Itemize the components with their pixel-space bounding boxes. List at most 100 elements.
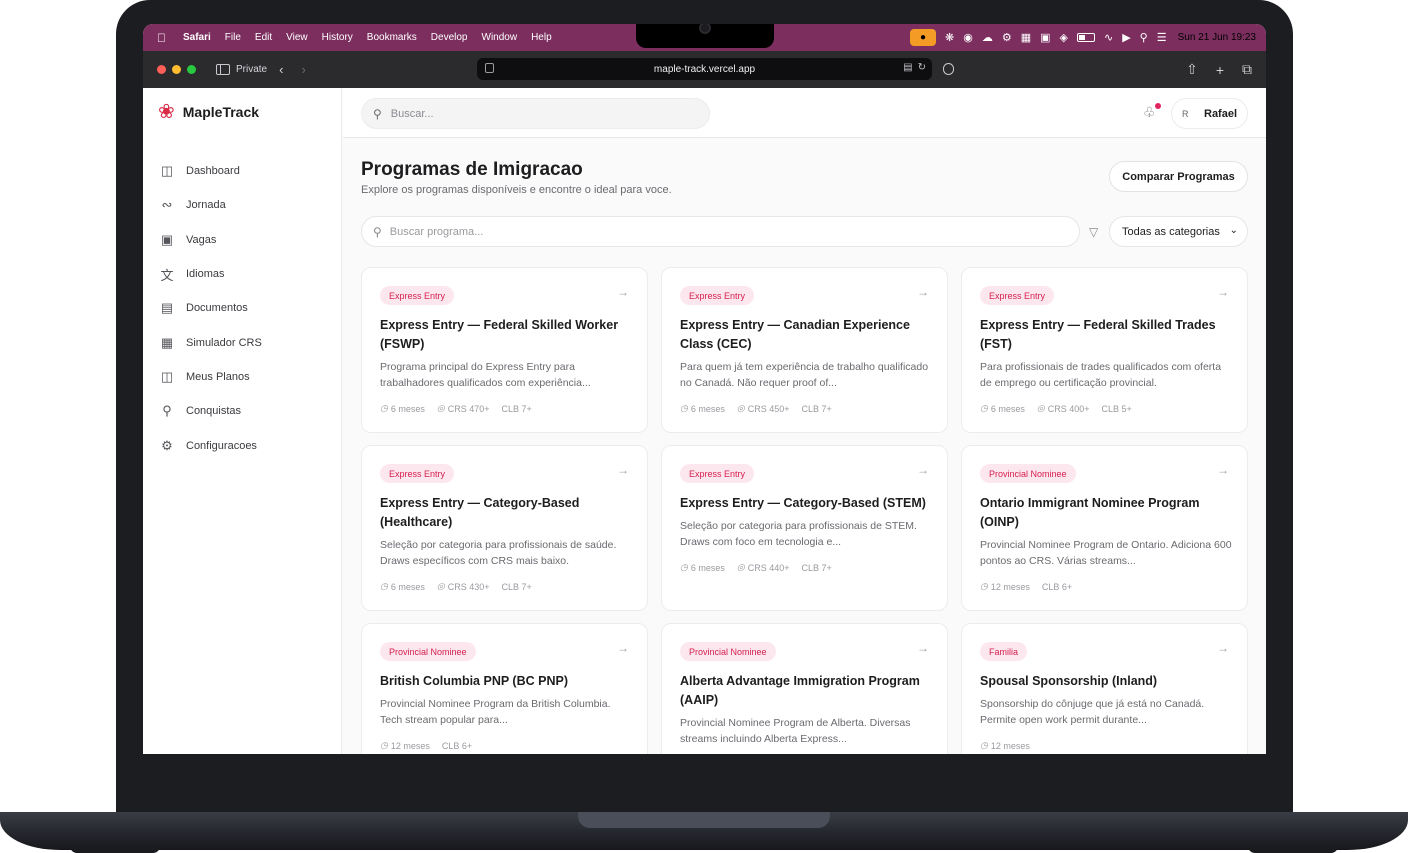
program-card[interactable]: Provincial Nominee → British Columbia PN… [361, 623, 648, 754]
program-card[interactable]: Express Entry → Express Entry — Canadian… [661, 267, 948, 433]
program-card[interactable]: Provincial Nominee → Alberta Advantage I… [661, 623, 948, 754]
sidebar-item-documentos[interactable]: ▤ Documentos [159, 291, 262, 325]
screen:  Safari File Edit View History Bookmark… [143, 24, 1266, 754]
menu-file[interactable]: File [225, 32, 241, 43]
category-select[interactable]: Todas as categorias ⌄ [1109, 216, 1248, 247]
figma-icon[interactable]: ◈ [1060, 31, 1068, 44]
program-meta: ◷ 6 meses ◎ CRS 450+ CLB 7+ [680, 403, 832, 414]
apple-icon[interactable]:  [157, 31, 171, 45]
compare-programs-button[interactable]: Comparar Programas [1109, 161, 1248, 192]
category-tag: Express Entry [680, 464, 755, 483]
back-icon[interactable]: ‹ [279, 62, 283, 77]
menu-edit[interactable]: Edit [255, 32, 272, 43]
new-tab-icon[interactable]: + [1216, 62, 1224, 78]
category-tag: Provincial Nominee [980, 464, 1076, 483]
program-search-input[interactable] [389, 225, 1050, 238]
menu-help[interactable]: Help [531, 32, 552, 43]
filter-icon[interactable]: ▽ [1089, 225, 1098, 239]
spotlight-search-icon[interactable]: ⚲ [1140, 31, 1148, 44]
user-name: Rafael [1204, 107, 1238, 120]
program-description: Provincial Nominee Program de Alberta. D… [680, 717, 911, 745]
forward-icon[interactable]: › [301, 62, 305, 77]
sidebar-item-label: Conquistas [186, 405, 242, 418]
sidebar-item-simulador-crs[interactable]: ▦ Simulador CRS [159, 325, 262, 359]
privacy-shield-icon[interactable] [943, 63, 954, 75]
program-title: Express Entry — Federal Skilled Trades (… [980, 318, 1216, 351]
clock-icon: ◷ [980, 581, 988, 591]
reload-icon[interactable]: ↻ [918, 62, 926, 73]
menu-bookmarks[interactable]: Bookmarks [367, 32, 417, 43]
program-card[interactable]: Provincial Nominee → Ontario Immigrant N… [961, 445, 1248, 611]
sidebar-item-configuracoes[interactable]: ⚙ Configuracoes [159, 428, 262, 462]
avatar: R [1182, 108, 1189, 119]
meta-clb: CLB 6+ [1041, 581, 1073, 592]
sidebar-item-conquistas[interactable]: ⚲ Conquistas [159, 394, 262, 428]
wifi-icon[interactable]: ∿ [1104, 31, 1113, 44]
program-card[interactable]: Express Entry → Express Entry — Federal … [961, 267, 1248, 433]
document-icon: ▤ [160, 300, 174, 316]
layout-icon[interactable]: ▦ [1021, 31, 1031, 44]
program-meta: ◷ 12 meses [980, 740, 1030, 751]
notification-dot [1155, 103, 1161, 109]
sparkle-icon[interactable]: ❋ [945, 31, 954, 44]
maple-leaf-icon: ❀ [158, 101, 175, 123]
gear-app-icon[interactable]: ⚙ [1002, 31, 1012, 44]
brand[interactable]: ❀ MapleTrack [158, 102, 259, 122]
arrow-right-icon: → [917, 463, 929, 477]
menu-develop[interactable]: Develop [431, 32, 468, 43]
meta-time: ◷ 6 meses [380, 403, 425, 414]
program-card[interactable]: Express Entry → Express Entry — Category… [661, 445, 948, 611]
category-tag: Express Entry [980, 286, 1055, 305]
global-search-input[interactable] [390, 107, 691, 120]
sidebar-item-meus-planos[interactable]: ◫ Meus Planos [159, 360, 262, 394]
sidebar-item-jornada[interactable]: ∾ Jornada [159, 188, 262, 222]
sidebar-item-label: Jornada [186, 199, 226, 212]
grammarly-icon[interactable]: ◉ [963, 31, 973, 44]
address-actions: ▤ ↻ [903, 62, 926, 73]
program-card[interactable]: Express Entry → Express Entry — Federal … [361, 267, 648, 433]
arrow-right-icon: → [1217, 285, 1229, 299]
tab-overview-icon[interactable]: ⧉ [1242, 61, 1252, 78]
program-card[interactable]: Familia → Spousal Sponsorship (Inland) S… [961, 623, 1248, 754]
user-menu-button[interactable]: R Rafael [1171, 98, 1248, 129]
menu-safari[interactable]: Safari [183, 32, 211, 43]
meta-clb: CLB 6+ [441, 740, 473, 751]
microphone-icon[interactable]: ● [909, 29, 936, 46]
robot-icon[interactable]: ▣ [1040, 31, 1050, 44]
program-description: Sponsorship do cônjuge que já está no Ca… [980, 698, 1205, 726]
program-description: Seleção por categoria para profissionais… [380, 539, 617, 567]
calculator-icon: ▦ [160, 334, 174, 350]
program-card[interactable]: Express Entry → Express Entry — Category… [361, 445, 648, 611]
app: ❀ MapleTrack ◫ Dashboard ∾ Jornada ▣ Vag… [143, 88, 1266, 754]
sidebar-item-vagas[interactable]: ▣ Vagas [159, 223, 262, 257]
sidebar-toggle-icon[interactable] [216, 64, 230, 75]
menu-history[interactable]: History [322, 32, 353, 43]
minimize-window-button[interactable] [172, 65, 181, 74]
meta-time: ◷ 6 meses [680, 562, 725, 573]
battery-icon[interactable] [1076, 33, 1095, 42]
menu-window[interactable]: Window [482, 32, 518, 43]
target-icon: ◎ [436, 581, 445, 591]
sidebar-item-idiomas[interactable]: 文 Idiomas [159, 257, 262, 291]
search-icon: ⚲ [373, 224, 382, 239]
program-meta: ◷ 12 meses CLB 6+ [980, 581, 1072, 592]
close-window-button[interactable] [157, 65, 166, 74]
sidebar-nav: ◫ Dashboard ∾ Jornada ▣ Vagas 文 Idiomas … [159, 154, 262, 463]
fullscreen-window-button[interactable] [187, 65, 196, 74]
menu-view[interactable]: View [286, 32, 308, 43]
meta-clb: CLB 7+ [501, 403, 532, 414]
address-bar[interactable]: maple-track.vercel.app ▤ ↻ [477, 58, 932, 80]
program-description: Seleção por categoria para profissionais… [680, 520, 917, 548]
category-tag: Express Entry [680, 286, 755, 305]
clock-icon: ◷ [680, 562, 688, 572]
menubar-clock[interactable]: Sun 21 Jun 19:23 [1178, 32, 1256, 43]
bell-icon[interactable]: ♧ [1143, 104, 1156, 121]
sidebar-item-dashboard[interactable]: ◫ Dashboard [159, 154, 262, 188]
share-icon[interactable]: ⇧ [1186, 61, 1198, 78]
play-icon[interactable]: ▶ [1122, 31, 1130, 44]
page-menu-icon[interactable] [485, 63, 494, 73]
cloud-icon[interactable]: ☁ [982, 31, 993, 44]
translate-page-icon[interactable]: ▤ [903, 62, 912, 73]
control-center-icon[interactable]: ☰ [1157, 31, 1167, 44]
laptop-foot-right [1248, 846, 1338, 853]
